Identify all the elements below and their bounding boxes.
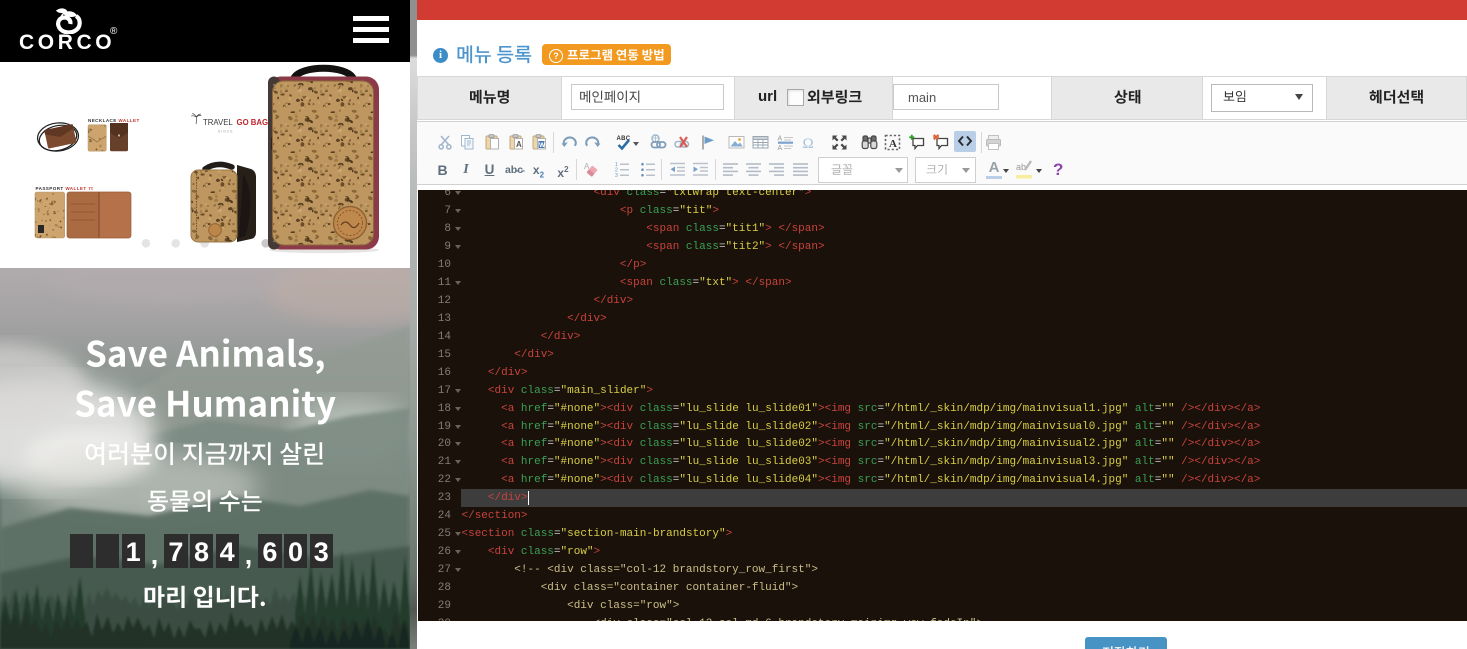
svg-text:NECKLACE WALLET: NECKLACE WALLET (88, 118, 140, 123)
svg-text:Ω: Ω (802, 136, 813, 151)
svg-text:A: A (516, 140, 522, 149)
svg-text:TRAVEL: TRAVEL (203, 118, 233, 127)
svg-text:ab: ab (1016, 162, 1026, 172)
svg-text:GO BAG: GO BAG (237, 118, 269, 127)
svg-text:W: W (539, 142, 546, 149)
svg-text:A: A (777, 145, 782, 151)
svg-text:PASSPORT WALLET 7t: PASSPORT WALLET 7t (36, 186, 94, 191)
svg-text:A: A (777, 136, 782, 143)
svg-text:3: 3 (615, 173, 618, 178)
svg-text:A: A (889, 138, 897, 150)
svg-text:SINCE: SINCE (218, 130, 234, 134)
